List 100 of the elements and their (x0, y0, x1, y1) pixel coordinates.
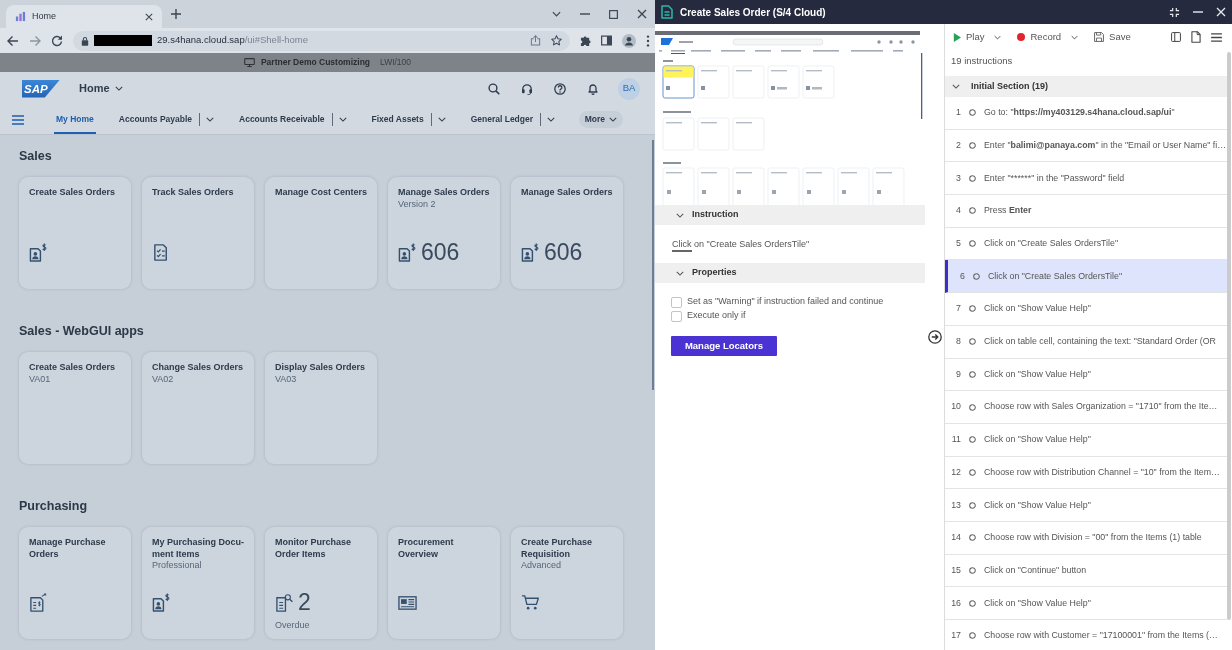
step-row[interactable]: 6 Click on "Create Sales OrdersTile" (945, 260, 1227, 294)
scrollbar[interactable] (652, 140, 654, 390)
step-row[interactable]: 14 Choose row with Division = "00" from the Items (1) table (945, 521, 1227, 555)
step-row[interactable]: 12 Choose row with Distribution Channel = "10" from the Item… (945, 456, 1227, 490)
app-tile[interactable]: Create Sales Orders VA01 (19, 352, 131, 464)
dropdown-button[interactable] (204, 115, 217, 124)
nav-tab[interactable]: Accounts Payable (116, 105, 195, 134)
address-field[interactable]: 29.s4hana.cloud.sap/ui#Shell-home (73, 30, 570, 51)
app-tile[interactable]: Procurement Overview (388, 527, 500, 639)
sidebar-icon[interactable] (601, 35, 612, 46)
avatar[interactable]: BA (618, 77, 640, 100)
step-row[interactable]: 11 Click on "Show Value Help" (945, 423, 1227, 457)
dropdown-button[interactable] (545, 115, 558, 124)
ring-icon (969, 142, 976, 150)
arrow-circle-icon[interactable] (927, 330, 942, 344)
step-number: 7 (955, 302, 961, 316)
collapse-icon[interactable] (1169, 6, 1180, 18)
logo[interactable]: SAP (22, 79, 60, 98)
step-text: Enter "******" in the "Password" field (984, 171, 1125, 185)
app-tile[interactable]: Create Purchase Requisition Advanced (511, 527, 623, 639)
app-tile[interactable]: Manage Sales Orders 606 (511, 177, 623, 289)
tile-subtitle: VA01 (29, 373, 52, 385)
step-text: Go to: "https://my403129.s4hana.cloud.sap/ui" (984, 106, 1175, 120)
step-text: Click on table cell, containing the text: "Standard Order (OR (984, 335, 1216, 349)
cart-icon (521, 592, 540, 612)
section-header[interactable]: Initial Section (19) (945, 76, 1227, 97)
instruction-count: 19 instructions (950, 54, 1014, 68)
step-row[interactable]: 10 Choose row with Sales Organization = "1710" from the Ite… (945, 391, 1227, 424)
new-tab-icon[interactable] (171, 9, 181, 19)
document-icon (661, 5, 673, 19)
play-button[interactable]: Play (950, 29, 988, 45)
step-row[interactable]: 2 Enter "balimi@panaya.com" in the "Email or User Name" fi… (945, 129, 1227, 163)
step-row[interactable]: 16 Click on "Show Value Help" (945, 587, 1227, 620)
manage-locators-button[interactable]: Manage Locators (671, 336, 777, 356)
document-icon[interactable] (1191, 31, 1201, 43)
step-number: 13 (950, 498, 961, 512)
back-icon[interactable] (7, 34, 19, 47)
nav-tab[interactable]: Fixed Assets (369, 105, 426, 134)
caret-icon (338, 117, 347, 122)
step-text: Click on "Show Value Help" (984, 302, 1091, 316)
tile-title: Create Sales Orders (29, 362, 117, 374)
tile-title: Change Sales Orders (152, 362, 245, 374)
tile-title: Procurement Overview (398, 537, 455, 560)
step-row[interactable]: 8 Click on table cell, containing the text: "Standard Order (OR (945, 325, 1227, 359)
app-tile[interactable]: Track Sales Orders (142, 177, 254, 289)
browser-tab[interactable]: Home (6, 5, 162, 28)
save-button[interactable]: Save (1091, 29, 1134, 45)
home-menu-button[interactable]: Home (79, 80, 123, 97)
action-verb[interactable]: Click (672, 239, 692, 252)
app-tile[interactable]: Manage Purchase Orders (19, 527, 131, 639)
panel-icon[interactable] (1171, 32, 1181, 42)
app-tile[interactable]: Monitor Purchase Order Items 2 Overdue (265, 527, 377, 639)
close-icon[interactable] (637, 9, 647, 19)
nav-tab[interactable]: Accounts Receivable (237, 105, 327, 134)
save-icon (1094, 32, 1105, 42)
app-tile[interactable]: Manage Sales Orders Version 2 606 (388, 177, 500, 289)
star-icon[interactable] (551, 35, 562, 46)
step-row[interactable]: 3 Enter "******" in the "Password" field (945, 162, 1227, 196)
headset-icon[interactable] (521, 82, 533, 95)
step-number: 10 (950, 400, 961, 414)
tile-subtitle: Advanced (521, 560, 563, 572)
section-header[interactable]: Properties (655, 263, 925, 283)
nav-tab[interactable]: General Ledger (468, 105, 536, 134)
app-tile[interactable]: Manage Cost Centers (265, 177, 377, 289)
menu-icon[interactable] (1211, 32, 1222, 42)
profile-icon[interactable] (622, 33, 636, 48)
dropdown-button[interactable] (336, 115, 349, 124)
step-row[interactable]: 1 Go to: "https://my403129.s4hana.cloud.sap/ui" (945, 97, 1227, 130)
step-row[interactable]: 17 Choose row with Customer = "17100001" from the Items (… (945, 620, 1227, 650)
app-tile[interactable]: Change Sales Orders VA02 (142, 352, 254, 464)
kebab-menu-icon[interactable] (646, 34, 650, 47)
close-icon[interactable] (145, 12, 153, 21)
tile-title: My Purchasing Docu- ment Items (152, 537, 245, 560)
step-row[interactable]: 15 Click on "Continue" button (945, 554, 1227, 588)
reload-icon[interactable] (51, 34, 63, 47)
help-icon[interactable] (554, 82, 566, 95)
step-row[interactable]: 7 Click on "Show Value Help" (945, 293, 1227, 326)
chevron-icon (676, 270, 684, 276)
share-icon[interactable] (530, 35, 541, 46)
section-header[interactable]: Instruction (655, 205, 925, 225)
app-tile[interactable]: Create Sales Orders (19, 177, 131, 289)
step-row[interactable]: 4 Press Enter (945, 195, 1227, 228)
tile-subtitle: Version 2 (398, 198, 437, 210)
ring-icon (969, 370, 976, 378)
chevron-down-icon[interactable] (552, 11, 561, 17)
maximize-icon[interactable] (609, 9, 618, 19)
nav-tab[interactable]: More (578, 111, 623, 128)
bell-icon[interactable] (587, 82, 599, 95)
puzzle-icon[interactable] (580, 35, 591, 46)
search-icon[interactable] (488, 82, 500, 95)
scrollbar[interactable] (1227, 52, 1231, 620)
dropdown-button[interactable] (435, 115, 448, 124)
step-row[interactable]: 9 Click on "Show Value Help" (945, 358, 1227, 392)
step-row[interactable]: 13 Click on "Show Value Help" (945, 489, 1227, 522)
app-tile[interactable]: My Purchasing Docu- ment Items Professional (142, 527, 254, 639)
app-tile[interactable]: Display Sales Orders VA03 (265, 352, 377, 464)
nav-tab[interactable]: My Home (54, 105, 96, 134)
checkbox[interactable] (671, 296, 682, 308)
record-button[interactable]: Record (1014, 29, 1065, 45)
checkbox[interactable] (671, 310, 682, 322)
